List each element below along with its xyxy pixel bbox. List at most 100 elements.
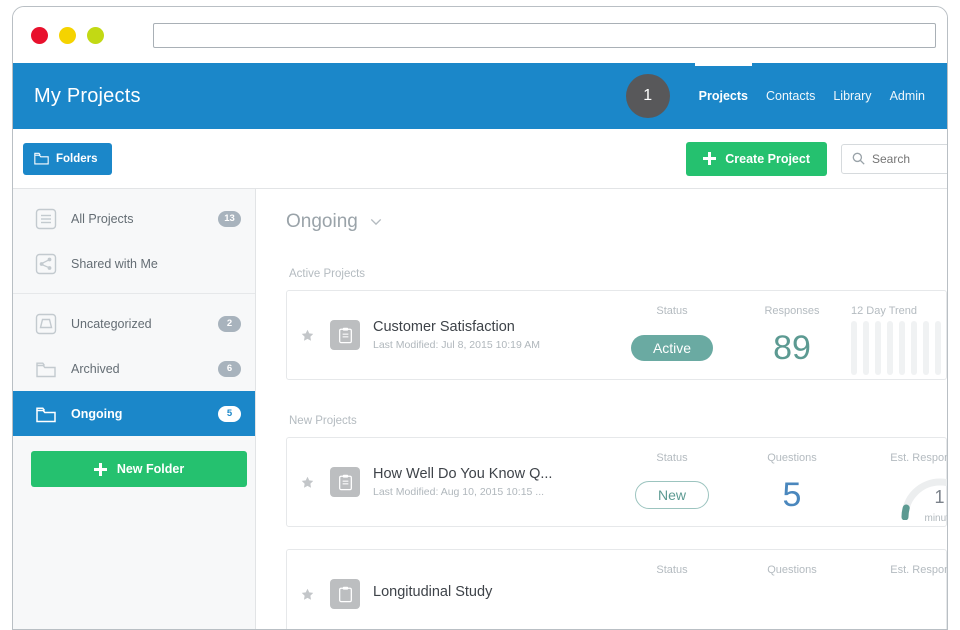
project-status-column: Status Active <box>607 291 737 379</box>
project-name: How Well Do You Know Q... <box>373 466 553 482</box>
project-card[interactable]: Longitudinal Study Status Questions Est.… <box>286 549 947 629</box>
trend-body <box>851 317 947 379</box>
project-name: Longitudinal Study <box>373 584 493 600</box>
project-card-left: Customer Satisfaction Last Modified: Jul… <box>287 291 607 379</box>
gauge-unit: minute <box>924 513 947 524</box>
response-time-gauge: 1 minute <box>897 470 947 524</box>
gauge-value: 1 <box>934 487 945 507</box>
folders-button[interactable]: Folders <box>23 142 112 175</box>
status-body: Active <box>607 317 737 379</box>
star-icon[interactable] <box>301 588 314 601</box>
toolbar-actions: Create Project <box>686 141 947 176</box>
project-card[interactable]: How Well Do You Know Q... Last Modified:… <box>286 437 947 527</box>
sidebar-item-badge: 2 <box>218 315 241 332</box>
search-input[interactable] <box>872 151 947 166</box>
trend-bar <box>935 321 941 375</box>
search-icon <box>852 152 865 165</box>
star-icon[interactable] <box>301 476 314 489</box>
status-badge: Active <box>630 335 714 361</box>
questions-value: 5 <box>782 476 802 514</box>
sidebar-item-label: Archived <box>71 361 120 376</box>
project-card-left: Longitudinal Study <box>287 550 607 629</box>
star-icon[interactable] <box>301 329 314 342</box>
main-content: Ongoing Active Projects Customer Satisfa… <box>256 189 947 629</box>
sidebar-item-archived[interactable]: Archived 6 <box>13 346 255 391</box>
browser-titlebar <box>13 7 947 63</box>
new-folder-button[interactable]: New Folder <box>31 451 247 487</box>
project-info: How Well Do You Know Q... Last Modified:… <box>373 466 552 498</box>
column-header-response-time: Est. Response Time <box>890 564 947 576</box>
trend-bar <box>851 321 857 375</box>
project-status-column: Status New <box>607 438 737 526</box>
project-modified: Last Modified: Aug 10, 2015 10:15 ... <box>373 486 545 498</box>
column-header-questions: Questions <box>767 452 817 464</box>
folder-icon <box>36 362 56 377</box>
app-body: All Projects 13 Shared with Me Uncategor… <box>13 189 947 629</box>
clipboard-icon <box>338 474 352 490</box>
status-badge: New <box>634 481 709 509</box>
column-header-responses: Responses <box>764 305 820 317</box>
search-box[interactable] <box>841 143 947 174</box>
column-header-trend: 12 Day Trend <box>851 305 918 317</box>
plus-icon <box>703 152 717 165</box>
trend-bar <box>923 321 929 375</box>
sidebar-item-all-projects[interactable]: All Projects 13 <box>13 196 255 241</box>
project-type-icon <box>330 467 360 497</box>
project-responses-column: Responses 89 <box>737 291 847 379</box>
section-label-new: New Projects <box>289 415 357 427</box>
inbox-icon <box>35 313 57 334</box>
sidebar-item-shared-with-me[interactable]: Shared with Me <box>13 241 255 286</box>
share-icon <box>35 253 57 274</box>
traffic-lights <box>31 26 104 44</box>
close-window-button[interactable] <box>31 26 48 44</box>
responses-value: 89 <box>773 329 811 367</box>
avatar[interactable]: 1 <box>625 74 670 118</box>
sidebar-item-label: Shared with Me <box>71 256 158 271</box>
chevron-down-icon[interactable] <box>370 218 382 226</box>
page-title: My Projects <box>34 84 141 107</box>
project-questions-column: Questions 5 <box>737 438 847 526</box>
project-response-time-column: Est. Response Time 1 minute <box>847 438 947 526</box>
plus-icon <box>93 462 107 476</box>
sidebar-group-primary: All Projects 13 Shared with Me <box>13 189 255 294</box>
nav-item-contacts[interactable]: Contacts <box>757 63 824 129</box>
questions-body: 5 <box>737 464 847 526</box>
sidebar: All Projects 13 Shared with Me Uncategor… <box>13 189 256 629</box>
project-type-icon <box>330 579 360 609</box>
sidebar-item-label: Uncategorized <box>71 316 152 331</box>
trend-bar <box>875 321 881 375</box>
toolbar: Folders Create Project <box>13 129 947 189</box>
column-header-questions: Questions <box>767 564 817 576</box>
maximize-window-button[interactable] <box>87 26 104 44</box>
project-response-time-column: Est. Response Time <box>847 550 947 629</box>
column-header-status: Status <box>656 305 688 317</box>
sidebar-item-ongoing[interactable]: Ongoing 5 <box>13 391 255 436</box>
browser-window: My Projects 1 Projects Contacts Library … <box>12 6 948 630</box>
sidebar-item-uncategorized[interactable]: Uncategorized 2 <box>13 301 255 346</box>
project-trend-column: 12 Day Trend <box>847 291 947 379</box>
minimize-window-button[interactable] <box>59 26 76 44</box>
nav-item-library[interactable]: Library <box>824 63 880 129</box>
clipboard-icon <box>338 327 352 343</box>
section-label-active: Active Projects <box>289 268 366 280</box>
sidebar-item-label: Ongoing <box>71 406 123 421</box>
main-nav: 1 Projects Contacts Library Admin <box>625 63 947 129</box>
column-header-status: Status <box>656 452 688 464</box>
create-project-label: Create Project <box>725 151 810 166</box>
project-card[interactable]: Customer Satisfaction Last Modified: Jul… <box>286 290 947 380</box>
project-info: Longitudinal Study <box>373 584 492 604</box>
trend-bar <box>911 321 917 375</box>
response-time-body: 1 minute <box>847 464 947 526</box>
nav-item-admin[interactable]: Admin <box>881 63 947 129</box>
folder-icon <box>34 152 49 165</box>
status-body: New <box>607 464 737 526</box>
app-header: My Projects 1 Projects Contacts Library … <box>13 63 947 129</box>
create-project-button[interactable]: Create Project <box>686 141 827 176</box>
folders-button-label: Folders <box>56 152 98 165</box>
address-bar[interactable] <box>153 23 936 48</box>
trend-bar <box>887 321 893 375</box>
sidebar-item-label: All Projects <box>71 211 134 226</box>
sidebar-item-badge: 13 <box>218 210 241 227</box>
nav-item-projects[interactable]: Projects <box>690 63 757 129</box>
content-title: Ongoing <box>286 211 358 232</box>
